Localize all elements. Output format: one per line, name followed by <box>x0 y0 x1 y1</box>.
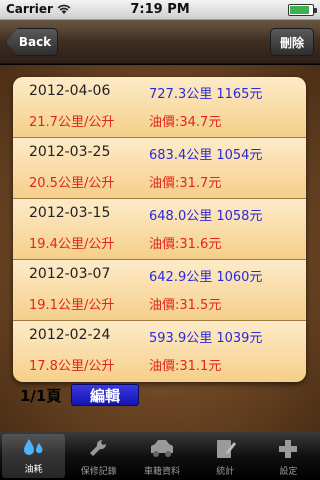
record-efficiency: 19.1公里/公升 <box>29 298 115 313</box>
record-efficiency: 21.7公里/公升 <box>29 115 115 130</box>
plus-icon <box>273 436 303 462</box>
record-date: 2012-02-24 <box>29 327 111 343</box>
record-fuel-price: 油價:31.7元 <box>149 176 222 191</box>
fuel-drop-icon <box>19 434 49 460</box>
delete-button[interactable]: 刪除 <box>270 28 314 56</box>
content-area: 2012-04-06 727.3公里 1165元 21.7公里/公升 油價:34… <box>0 65 320 432</box>
record-fuel-price: 油價:31.5元 <box>149 298 222 313</box>
tab-label: 油耗 <box>24 465 43 475</box>
tab-fuel[interactable]: 油耗 <box>2 434 66 478</box>
fuel-record-row[interactable]: 2012-03-07 642.9公里 1060元 19.1公里/公升 油價:31… <box>13 260 306 321</box>
record-distance-cost: 642.9公里 1060元 <box>149 270 263 285</box>
back-button[interactable]: Back <box>6 28 58 56</box>
record-distance-cost: 648.0公里 1058元 <box>149 209 263 224</box>
page-indicator: 1/1頁 <box>20 387 62 405</box>
tab-label: 設定 <box>279 467 298 477</box>
fuel-record-row[interactable]: 2012-03-25 683.4公里 1054元 20.5公里/公升 油價:31… <box>13 138 306 199</box>
car-icon <box>147 436 177 462</box>
record-efficiency: 17.8公里/公升 <box>29 359 115 374</box>
fuel-record-row[interactable]: 2012-02-24 593.9公里 1039元 17.8公里/公升 油價:31… <box>13 321 306 382</box>
clock: 7:19 PM <box>130 2 190 17</box>
battery-level-fill <box>290 6 310 14</box>
record-distance-cost: 727.3公里 1165元 <box>149 87 263 102</box>
record-distance-cost: 683.4公里 1054元 <box>149 148 263 163</box>
record-date: 2012-03-25 <box>29 144 111 160</box>
record-distance-cost: 593.9公里 1039元 <box>149 331 263 346</box>
tab-maintenance[interactable]: 保修記錄 <box>67 432 130 480</box>
record-date: 2012-03-07 <box>29 266 111 282</box>
tab-bar: 油耗 保修記錄 車籍資料 統計 設定 <box>0 432 320 480</box>
record-fuel-price: 油價:31.1元 <box>149 359 222 374</box>
record-fuel-price: 油價:34.7元 <box>149 115 222 130</box>
battery-icon <box>288 4 317 16</box>
record-date: 2012-03-15 <box>29 205 111 221</box>
record-date: 2012-04-06 <box>29 83 111 99</box>
tab-label: 保修記錄 <box>80 467 117 477</box>
tab-statistics[interactable]: 統計 <box>194 432 257 480</box>
tab-label: 統計 <box>216 467 235 477</box>
fuel-record-row[interactable]: 2012-03-15 648.0公里 1058元 19.4公里/公升 油價:31… <box>13 199 306 260</box>
notepad-icon <box>210 436 240 462</box>
tab-vehicle-info[interactable]: 車籍資料 <box>130 432 193 480</box>
record-efficiency: 20.5公里/公升 <box>29 176 115 191</box>
fuel-record-row[interactable]: 2012-04-06 727.3公里 1165元 21.7公里/公升 油價:34… <box>13 77 306 138</box>
navigation-bar: Back 刪除 <box>0 20 320 64</box>
tab-settings[interactable]: 設定 <box>257 432 320 480</box>
status-bar: Carrier 7:19 PM <box>0 0 320 20</box>
tab-label: 車籍資料 <box>144 467 181 477</box>
record-fuel-price: 油價:31.6元 <box>149 237 222 252</box>
wrench-icon <box>84 436 114 462</box>
edit-button[interactable]: 編輯 <box>71 384 139 406</box>
record-efficiency: 19.4公里/公升 <box>29 237 115 252</box>
fuel-record-list: 2012-04-06 727.3公里 1165元 21.7公里/公升 油價:34… <box>13 77 306 382</box>
